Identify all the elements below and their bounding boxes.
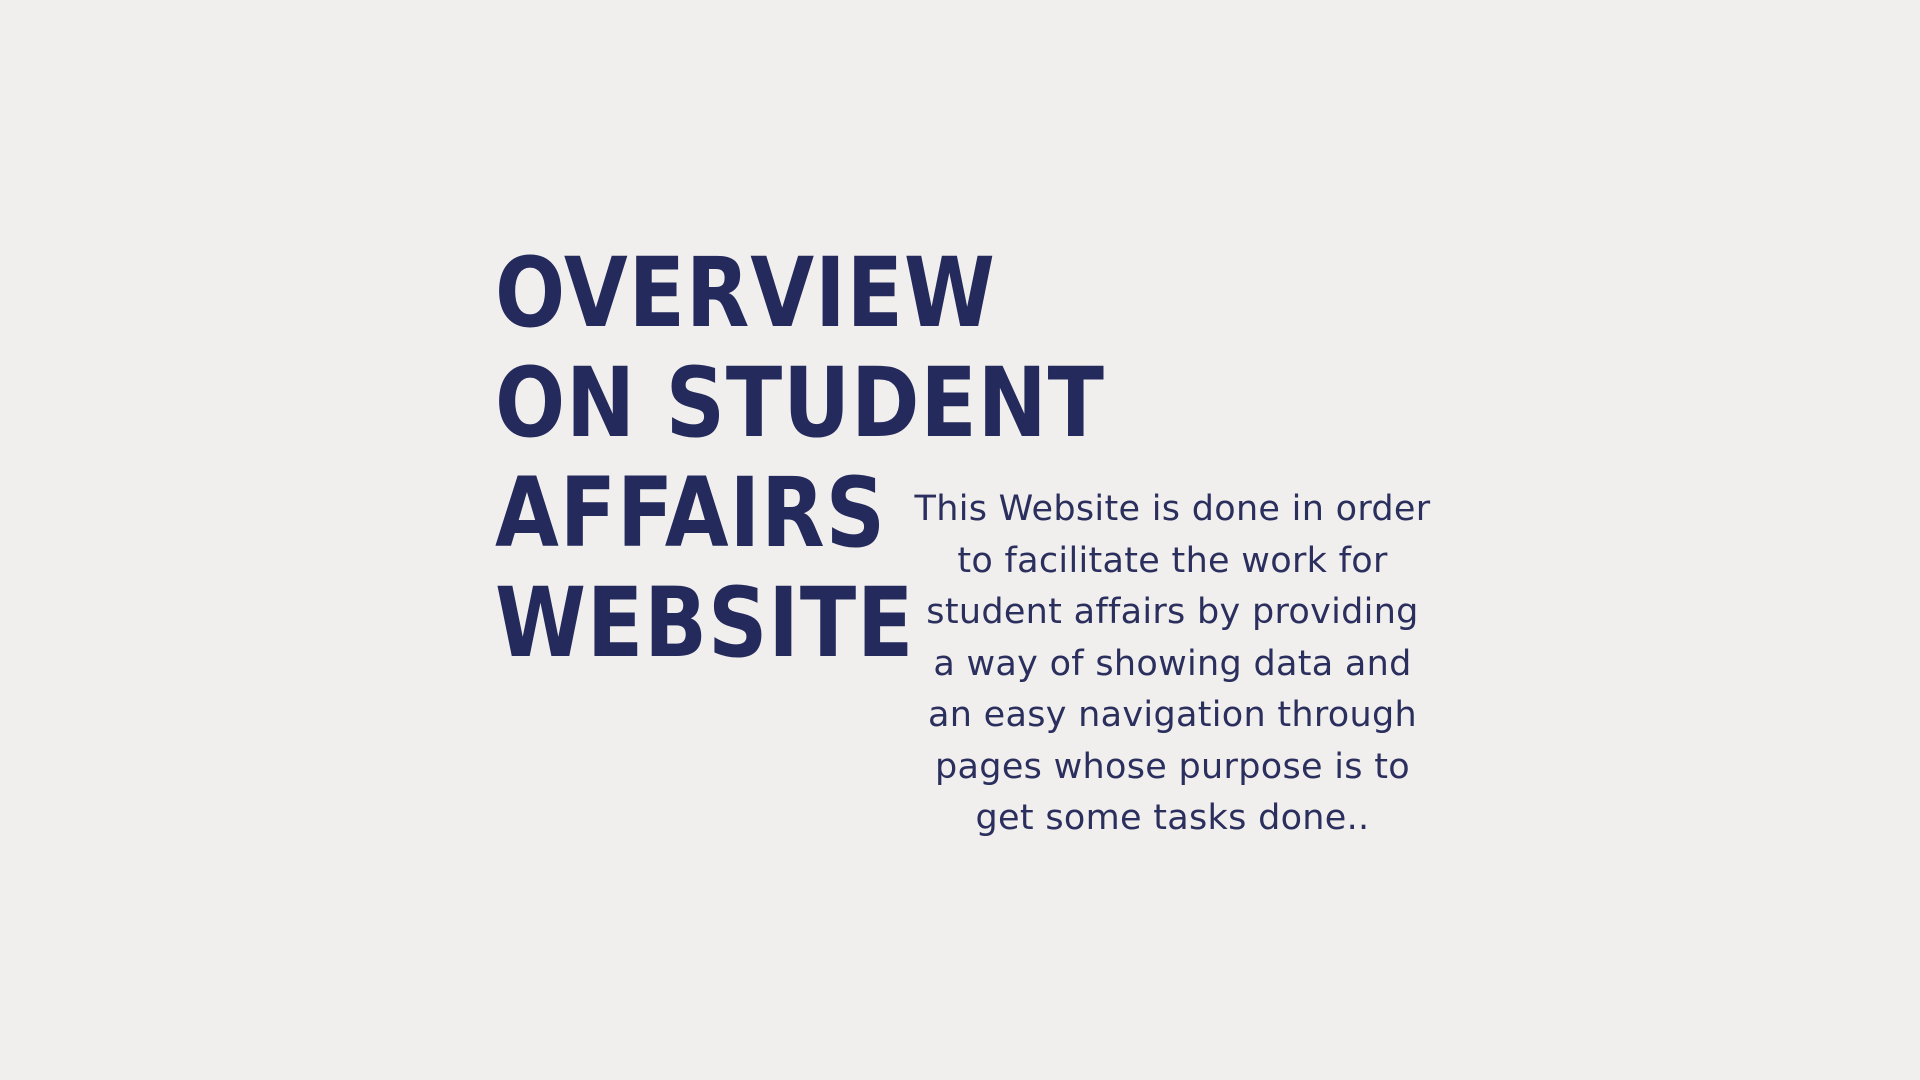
title-line-1: OVERVIEW — [495, 237, 996, 349]
title-line-2: ON STUDENT — [495, 347, 1105, 459]
slide: OVERVIEW ON STUDENT AFFAIRS WEBSITE This… — [0, 0, 1920, 1080]
description-text: This Website is done in order to facilit… — [900, 484, 1445, 845]
description-line-5: an easy navigation through — [927, 695, 1418, 735]
description-line-1: This Website is done in order — [914, 489, 1431, 529]
description-line-3: student affairs by providing — [926, 592, 1419, 632]
description-line-6: pages whose purpose is to — [935, 746, 1410, 787]
description-line-7: get some tasks done.. — [975, 798, 1370, 838]
description-line-2: to facilitate the work for — [957, 540, 1388, 581]
description-line-4: a way of showing data and — [933, 643, 1412, 684]
